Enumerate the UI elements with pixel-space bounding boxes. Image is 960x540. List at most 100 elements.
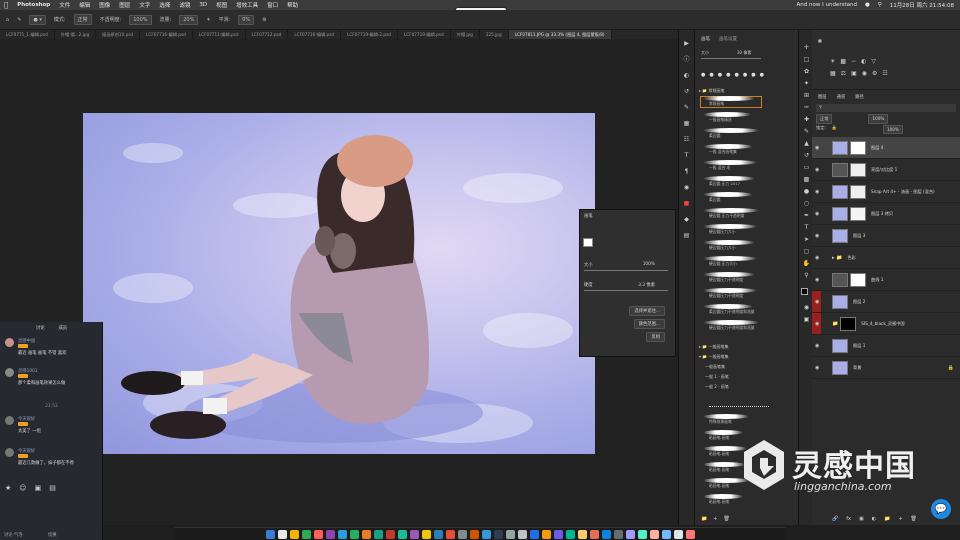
brush-item[interactable]: 特殊效果画笔 — [701, 414, 793, 424]
dock-app-icon[interactable] — [493, 529, 503, 539]
emoji-icon[interactable]: ☺ — [19, 484, 26, 492]
doc-tab[interactable]: 外帽 帽...2.jpg — [55, 30, 97, 39]
size-slider[interactable] — [584, 270, 668, 271]
wifi-icon[interactable]: ● — [865, 2, 870, 8]
menu-window[interactable]: 窗口 — [267, 1, 278, 9]
color-range-button[interactable]: 颜色范围... — [633, 319, 665, 329]
layer-row[interactable]: ◉ 曲线 1 — [812, 269, 960, 291]
history-brush-icon[interactable]: ↺ — [802, 152, 811, 159]
layer-row[interactable]: ◉ 背景 🔒 — [812, 357, 960, 379]
dock-app-icon[interactable] — [457, 529, 467, 539]
brush-item[interactable]: 硬边圆压力不透明度 — [701, 288, 793, 298]
hardness-value[interactable]: 3.3 像素 — [638, 282, 655, 288]
eye-icon[interactable]: ◉ — [815, 321, 824, 327]
layer-mask-thumbnail[interactable] — [850, 162, 866, 177]
dock-app-icon[interactable] — [313, 529, 323, 539]
eye-icon[interactable]: ◉ — [815, 343, 824, 349]
select-and-mask-button[interactable]: 选择并遮住... — [629, 306, 665, 316]
quick-mask-icon[interactable]: ◉ — [802, 304, 811, 311]
new-brush-icon[interactable]: + — [713, 516, 717, 522]
brush-subgroup[interactable]: 一般 1 - 画笔 — [705, 374, 729, 380]
layer-mask-thumbnail[interactable] — [850, 140, 866, 155]
pen-tool-icon[interactable]: ✒ — [802, 212, 811, 219]
folder-icon[interactable]: ▸ 📁 — [832, 255, 842, 261]
smooth-field[interactable]: 0% — [238, 14, 255, 25]
home-icon[interactable]: ⌂ — [6, 17, 9, 23]
doc-tab[interactable]: LCF07712.psd — [246, 30, 289, 39]
color-icon[interactable]: ◉ — [682, 184, 691, 191]
chat-tab-discussion[interactable]: 讨论 — [36, 325, 45, 331]
play-icon[interactable]: ▶ — [682, 40, 691, 47]
layer-row[interactable]: ◉ Snap Art 4+ - 油画 - 图层 (混合) — [812, 181, 960, 203]
invert-button[interactable]: 反相 — [646, 332, 665, 342]
dock-app-icon[interactable] — [289, 529, 299, 539]
dock-app-icon[interactable] — [337, 529, 347, 539]
path-select-icon[interactable]: ➤ — [802, 236, 811, 243]
app-name-menu[interactable]: Photoshop — [17, 2, 50, 8]
exposure-icon[interactable]: ◐ — [861, 58, 866, 65]
dock-app-icon[interactable] — [397, 529, 407, 539]
doc-tab[interactable]: LCF0771_1-编辑.psd — [0, 30, 55, 39]
brush-preset-icon[interactable]: ● — [743, 72, 747, 82]
eye-icon[interactable]: ◉ — [815, 299, 824, 305]
doc-tab[interactable]: LCF07719-编辑.psd — [398, 30, 451, 39]
now-playing[interactable]: And now I understand — [797, 2, 857, 8]
gradient-tool-icon[interactable]: ▩ — [802, 176, 811, 183]
adjustments-icon[interactable]: ☷ — [682, 136, 691, 143]
opacity-field[interactable]: 100% — [129, 14, 152, 25]
brush-item[interactable]: 硬边圆 压力大小 — [701, 256, 793, 266]
layer-filter[interactable]: ⚲ — [816, 104, 956, 112]
dock-app-icon[interactable] — [529, 529, 539, 539]
trash-icon[interactable]: 🗑 — [723, 516, 729, 522]
dock-app-icon[interactable] — [469, 529, 479, 539]
dock-app-icon[interactable] — [661, 529, 671, 539]
move-tool-icon[interactable]: ✛ — [802, 44, 811, 51]
dock-app-icon[interactable] — [685, 529, 695, 539]
dock-app-icon[interactable] — [553, 529, 563, 539]
menu-image[interactable]: 图像 — [99, 1, 110, 9]
stamp-tool-icon[interactable]: ▲ — [802, 140, 811, 147]
avatar[interactable] — [5, 368, 14, 377]
dock-app-icon[interactable] — [265, 529, 275, 539]
layer-mask-thumbnail[interactable] — [840, 316, 857, 331]
healing-brush-icon[interactable]: ✚ — [802, 116, 811, 123]
menu-filter[interactable]: 滤镜 — [179, 1, 190, 9]
brush-item[interactable]: 硬边圆压力不透明度 — [701, 272, 793, 282]
brush-size-value[interactable]: 30 像素 — [737, 50, 751, 56]
layer-row[interactable]: ◉ 图层 1 — [812, 335, 960, 357]
brush-group[interactable]: ▸ 📁 常规画笔 — [699, 88, 725, 94]
doc-tab-active[interactable]: LCF07811.JPG @ 33.3% (图层 4, 图层蒙版/8) — [508, 30, 612, 39]
zoom-tool-icon[interactable]: ⚲ — [802, 272, 811, 279]
layer-mask-thumbnail[interactable] — [850, 206, 866, 221]
image-icon[interactable]: ▣ — [35, 484, 42, 492]
marquee-tool-icon[interactable]: □ — [802, 56, 811, 63]
dock-app-icon[interactable] — [481, 529, 491, 539]
mode-select[interactable]: 正常 — [73, 14, 92, 25]
new-layer-icon[interactable]: + — [898, 516, 902, 522]
dock-app-icon[interactable] — [325, 529, 335, 539]
brush-size-slider[interactable] — [701, 58, 761, 59]
lock-icon[interactable]: 🔒 — [948, 365, 954, 371]
levels-icon[interactable]: ▩ — [840, 58, 846, 65]
folder-icon[interactable]: 📁 — [832, 321, 838, 327]
dock-app-icon[interactable] — [373, 529, 383, 539]
chat-footer-label[interactable]: 讨论·气泡 — [4, 532, 23, 538]
dock-app-icon[interactable] — [421, 529, 431, 539]
brush-subgroup[interactable]: 一般 2 - 画笔 — [705, 384, 729, 390]
lookup-icon[interactable]: ☷ — [882, 70, 887, 77]
layer-row[interactable]: ◉ 📁 SIS_4_black_灵感中国 — [812, 313, 960, 335]
dock-app-icon[interactable] — [613, 529, 623, 539]
adjustment-layer-icon[interactable]: ◐ — [872, 516, 876, 522]
dock-app-icon[interactable] — [301, 529, 311, 539]
brush-preset-icon[interactable]: ● — [709, 72, 713, 82]
doc-tab[interactable]: LCF07719-编辑-2.psd — [341, 30, 398, 39]
brush-tool-icon[interactable]: ✎ — [17, 17, 21, 23]
plugin-icon[interactable]: ■ — [682, 200, 691, 207]
brush-item[interactable]: 柔边圆 — [701, 192, 793, 202]
brush-tool-icon[interactable]: ✎ — [802, 128, 811, 135]
gift-icon[interactable]: ★ — [5, 484, 11, 492]
vibrance-icon[interactable]: ▽ — [871, 58, 876, 65]
menu-view[interactable]: 视图 — [216, 1, 227, 9]
brush-group[interactable]: ▾ 📁 一般画笔集 — [699, 354, 729, 360]
menu-file[interactable]: 文件 — [59, 1, 70, 9]
